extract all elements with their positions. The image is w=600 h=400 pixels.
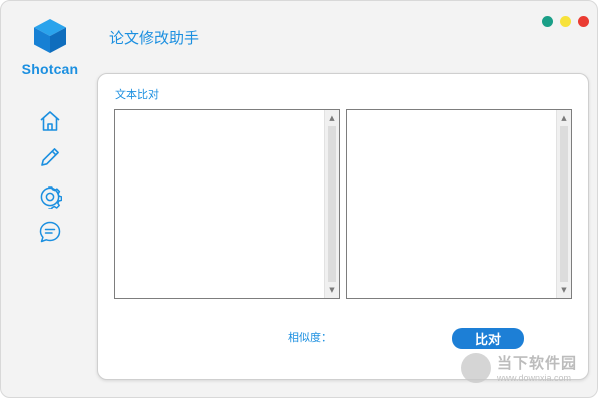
text-compare-panel: 文本比对 ▲ ▼ ▲ ▼ 相似度： 比对 <box>97 73 589 380</box>
app-logo: Shotcan <box>19 17 81 77</box>
compare-button[interactable]: 比对 <box>452 328 524 349</box>
window-controls <box>542 16 589 27</box>
scroll-up-arrow-icon[interactable]: ▲ <box>557 111 571 125</box>
sidebar-item-home[interactable] <box>38 109 62 133</box>
scroll-up-arrow-icon[interactable]: ▲ <box>325 111 339 125</box>
sidebar-item-settings[interactable] <box>38 185 62 209</box>
app-title: 论文修改助手 <box>109 29 200 47</box>
left-scrollbar[interactable]: ▲ ▼ <box>324 110 339 298</box>
minimize-button[interactable] <box>542 16 553 27</box>
scroll-down-arrow-icon[interactable]: ▼ <box>557 283 571 297</box>
sidebar-item-feedback[interactable] <box>38 220 62 244</box>
close-button[interactable] <box>578 16 589 27</box>
watermark: 当下软件园 www.downxia.com <box>461 351 589 387</box>
home-icon <box>40 111 60 131</box>
sidebar: Shotcan <box>1 1 97 399</box>
left-text-input[interactable] <box>115 110 324 298</box>
logo-text: Shotcan <box>21 61 79 77</box>
sidebar-item-edit[interactable] <box>38 145 62 169</box>
panel-title: 文本比对 <box>115 88 159 101</box>
scroll-thumb[interactable] <box>560 126 568 282</box>
watermark-logo-icon <box>461 353 491 383</box>
right-textbox: ▲ ▼ <box>346 109 572 299</box>
app-window: Shotcan 论文修改助手 文本比对 ▲ ▼ ▲ ▼ 相似度： 比对 当下软件… <box>0 0 598 398</box>
scroll-down-arrow-icon[interactable]: ▼ <box>325 283 339 297</box>
cube-logo-icon <box>34 19 66 53</box>
chat-icon <box>39 221 61 243</box>
scroll-thumb[interactable] <box>328 126 336 282</box>
maximize-button[interactable] <box>560 16 571 27</box>
gear-icon <box>40 186 62 209</box>
watermark-text: 当下软件园 <box>497 354 578 372</box>
right-scrollbar[interactable]: ▲ ▼ <box>556 110 571 298</box>
right-text-input[interactable] <box>347 110 556 298</box>
similarity-label: 相似度： <box>288 331 332 344</box>
watermark-url: www.downxia.com <box>497 373 572 383</box>
pencil-icon <box>41 148 59 166</box>
left-textbox: ▲ ▼ <box>114 109 340 299</box>
